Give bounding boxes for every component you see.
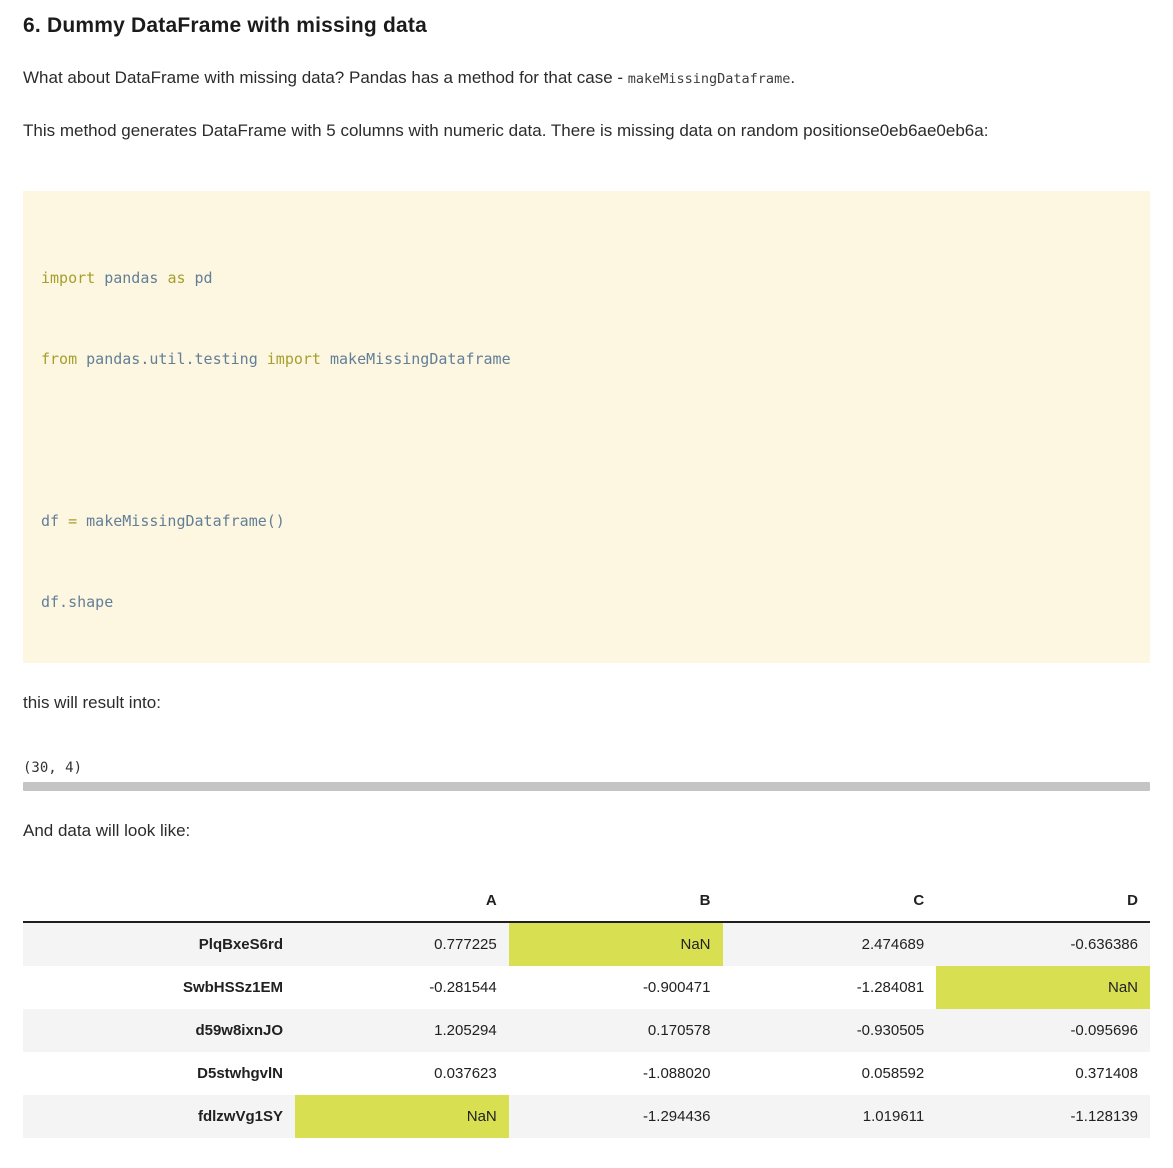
table-cell: -1.294436: [509, 1095, 723, 1138]
code-line-2: from pandas.util.testing import makeMiss…: [41, 346, 1132, 373]
table-cell: -0.281544: [295, 966, 509, 1009]
paragraph-description: This method generates DataFrame with 5 c…: [23, 119, 1150, 144]
paragraph-intro-period: .: [790, 68, 795, 87]
code-text: makeMissingDataframe(): [77, 512, 285, 530]
code-text: pd: [186, 269, 213, 287]
table-cell: -0.636386: [936, 922, 1150, 966]
paragraph-intro-text: What about DataFrame with missing data? …: [23, 68, 628, 87]
shape-output: (30, 4): [23, 760, 1150, 776]
table-cell: 0.170578: [509, 1009, 723, 1052]
paragraph-intro: What about DataFrame with missing data? …: [23, 66, 1150, 91]
dataframe-table: A B C D PlqBxeS6rd 0.777225 NaN 2.474689…: [23, 882, 1150, 1138]
row-index: PlqBxeS6rd: [23, 922, 295, 966]
table-header: A B C D: [23, 882, 1150, 922]
row-index: fdlzwVg1SY: [23, 1095, 295, 1138]
table-header-col-d: D: [936, 882, 1150, 922]
horizontal-scrollbar[interactable]: [23, 782, 1150, 791]
code-line-5: df.shape: [41, 589, 1132, 616]
table-cell: 1.205294: [295, 1009, 509, 1052]
table-cell-nan: NaN: [295, 1095, 509, 1138]
code-text: pandas: [95, 269, 167, 287]
table-cell-nan: NaN: [509, 922, 723, 966]
code-block: import pandas as pd from pandas.util.tes…: [23, 191, 1150, 663]
table-cell: 0.058592: [723, 1052, 937, 1095]
table-row: fdlzwVg1SY NaN -1.294436 1.019611 -1.128…: [23, 1095, 1150, 1138]
table-header-col-c: C: [723, 882, 937, 922]
code-keyword: import: [41, 269, 95, 287]
code-operator: =: [68, 512, 77, 530]
table-header-col-a: A: [295, 882, 509, 922]
table-cell: 0.777225: [295, 922, 509, 966]
code-keyword: from: [41, 350, 77, 368]
table-row: D5stwhgvlN 0.037623 -1.088020 0.058592 0…: [23, 1052, 1150, 1095]
table-cell: 1.019611: [723, 1095, 937, 1138]
table-header-row: A B C D: [23, 882, 1150, 922]
code-text: pandas.util.testing: [77, 350, 267, 368]
section-heading: 6. Dummy DataFrame with missing data: [23, 14, 1150, 38]
table-row: d59w8ixnJO 1.205294 0.170578 -0.930505 -…: [23, 1009, 1150, 1052]
code-line-1: import pandas as pd: [41, 265, 1132, 292]
table-cell: 0.371408: [936, 1052, 1150, 1095]
code-line-4: df = makeMissingDataframe(): [41, 508, 1132, 535]
table-intro-text: And data will look like:: [23, 819, 1150, 844]
code-line-3: [41, 427, 1132, 454]
table-header-col-b: B: [509, 882, 723, 922]
table-body: PlqBxeS6rd 0.777225 NaN 2.474689 -0.6363…: [23, 922, 1150, 1138]
table-header-index: [23, 882, 295, 922]
row-index: D5stwhgvlN: [23, 1052, 295, 1095]
table-cell: -1.284081: [723, 966, 937, 1009]
table-row: SwbHSSz1EM -0.281544 -0.900471 -1.284081…: [23, 966, 1150, 1009]
table-cell: -1.128139: [936, 1095, 1150, 1138]
row-index: d59w8ixnJO: [23, 1009, 295, 1052]
table-cell: 2.474689: [723, 922, 937, 966]
table-cell: -0.095696: [936, 1009, 1150, 1052]
row-index: SwbHSSz1EM: [23, 966, 295, 1009]
code-keyword: as: [167, 269, 185, 287]
table-row: PlqBxeS6rd 0.777225 NaN 2.474689 -0.6363…: [23, 922, 1150, 966]
inline-code-makemissingdataframe: makeMissingDataframe: [628, 71, 791, 87]
table-cell: -0.930505: [723, 1009, 937, 1052]
result-intro-text: this will result into:: [23, 691, 1150, 716]
table-cell-nan: NaN: [936, 966, 1150, 1009]
table-cell: 0.037623: [295, 1052, 509, 1095]
table-cell: -1.088020: [509, 1052, 723, 1095]
code-keyword: import: [267, 350, 321, 368]
table-cell: -0.900471: [509, 966, 723, 1009]
code-text: df: [41, 512, 68, 530]
code-text: makeMissingDataframe: [321, 350, 511, 368]
